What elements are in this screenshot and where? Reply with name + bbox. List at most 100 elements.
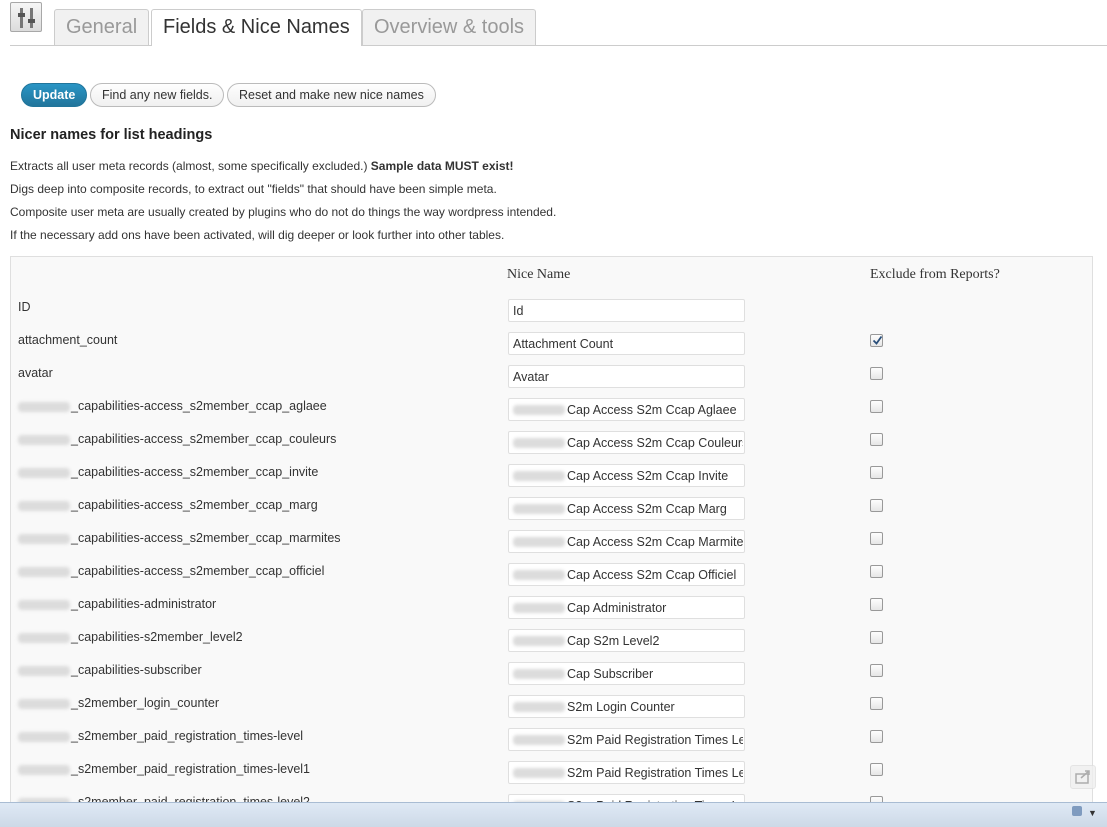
field-name: _s2member_paid_registration_times-level bbox=[18, 729, 303, 743]
redacted-prefix bbox=[513, 405, 565, 415]
nice-name-input[interactable] bbox=[567, 663, 743, 684]
nice-name-field[interactable] bbox=[508, 596, 745, 619]
field-name-text: _capabilities-subscriber bbox=[71, 663, 202, 677]
exclude-checkbox[interactable] bbox=[870, 334, 883, 347]
exclude-checkbox[interactable] bbox=[870, 565, 883, 578]
nice-name-field[interactable] bbox=[508, 464, 745, 487]
nice-name-field[interactable] bbox=[508, 728, 745, 751]
nice-name-input[interactable] bbox=[567, 729, 743, 750]
redacted-prefix bbox=[513, 471, 565, 481]
nice-name-input[interactable] bbox=[567, 432, 743, 453]
field-name: _capabilities-access_s2member_ccap_coule… bbox=[18, 432, 336, 446]
table-row: _s2member_paid_registration_times-level bbox=[11, 721, 1092, 755]
nice-name-input[interactable] bbox=[513, 366, 741, 387]
column-exclude: Exclude from Reports? bbox=[870, 267, 1000, 282]
redacted-prefix bbox=[18, 401, 70, 412]
fields-table: Nice Name Exclude from Reports? ID attach… bbox=[10, 256, 1093, 816]
find-new-fields-button[interactable]: Find any new fields. bbox=[90, 83, 225, 107]
exclude-checkbox[interactable] bbox=[870, 433, 883, 446]
redacted-prefix bbox=[18, 632, 70, 643]
nice-name-input[interactable] bbox=[567, 465, 743, 486]
field-name: _s2member_login_counter bbox=[18, 696, 219, 710]
field-name: _capabilities-access_s2member_ccap_offic… bbox=[18, 564, 324, 578]
field-name-text: _capabilities-access_s2member_ccap_coule… bbox=[71, 432, 337, 446]
status-bar-icon[interactable] bbox=[1072, 806, 1082, 816]
exclude-checkbox[interactable] bbox=[870, 466, 883, 479]
field-name: _capabilities-access_s2member_ccap_invit… bbox=[18, 465, 318, 479]
redacted-prefix bbox=[18, 731, 70, 742]
field-name: ID bbox=[18, 300, 31, 314]
redacted-prefix bbox=[513, 537, 565, 547]
redacted-prefix bbox=[18, 599, 70, 610]
nice-name-field[interactable] bbox=[508, 530, 745, 553]
exclude-checkbox[interactable] bbox=[870, 631, 883, 644]
nice-name-field[interactable] bbox=[508, 365, 745, 388]
exclude-checkbox[interactable] bbox=[870, 664, 883, 677]
tab-general[interactable]: General bbox=[54, 9, 150, 45]
field-name-text: _s2member_paid_registration_times-level1 bbox=[71, 762, 311, 776]
redacted-prefix bbox=[18, 764, 70, 775]
redacted-prefix bbox=[18, 467, 70, 478]
nice-name-field[interactable] bbox=[508, 662, 745, 685]
redacted-prefix bbox=[513, 636, 565, 646]
nice-name-field[interactable] bbox=[508, 629, 745, 652]
field-name-text: _capabilities-access_s2member_ccap_marg bbox=[71, 498, 318, 512]
chevron-down-icon[interactable]: ▼ bbox=[1088, 808, 1097, 818]
column-nice-name: Nice Name bbox=[507, 267, 571, 282]
redacted-prefix bbox=[18, 434, 70, 445]
table-row: _s2member_paid_registration_times-level1 bbox=[11, 754, 1092, 788]
reset-nice-names-button[interactable]: Reset and make new nice names bbox=[227, 83, 436, 107]
nice-name-field[interactable] bbox=[508, 431, 745, 454]
tab-overview-tools[interactable]: Overview & tools bbox=[362, 9, 537, 45]
checkmark-icon bbox=[872, 335, 883, 345]
field-name: attachment_count bbox=[18, 333, 117, 347]
share-icon[interactable] bbox=[1070, 765, 1096, 789]
exclude-checkbox[interactable] bbox=[870, 763, 883, 776]
update-button[interactable]: Update bbox=[21, 83, 88, 107]
description-line-3: Composite user meta are usually created … bbox=[10, 205, 557, 219]
nice-name-field[interactable] bbox=[508, 563, 745, 586]
exclude-checkbox[interactable] bbox=[870, 532, 883, 545]
redacted-prefix bbox=[18, 533, 70, 544]
nice-name-field[interactable] bbox=[508, 398, 745, 421]
exclude-checkbox[interactable] bbox=[870, 697, 883, 710]
exclude-checkbox[interactable] bbox=[870, 730, 883, 743]
nice-name-input[interactable] bbox=[567, 498, 743, 519]
exclude-checkbox[interactable] bbox=[870, 598, 883, 611]
field-name: _capabilities-administrator bbox=[18, 597, 216, 611]
redacted-prefix bbox=[18, 566, 70, 577]
table-row: _capabilities-access_s2member_ccap_invit… bbox=[11, 457, 1092, 491]
field-name-text: _capabilities-administrator bbox=[71, 597, 217, 611]
nice-name-field[interactable] bbox=[508, 497, 745, 520]
exclude-checkbox[interactable] bbox=[870, 499, 883, 512]
nice-name-input[interactable] bbox=[567, 564, 743, 585]
nice-name-field[interactable] bbox=[508, 299, 745, 322]
exclude-checkbox[interactable] bbox=[870, 367, 883, 380]
field-name-text: avatar bbox=[18, 366, 53, 380]
field-name-text: _s2member_login_counter bbox=[71, 696, 220, 710]
nice-name-input[interactable] bbox=[567, 597, 743, 618]
nice-name-input[interactable] bbox=[567, 762, 743, 783]
nice-name-input[interactable] bbox=[567, 696, 743, 717]
exclude-checkbox[interactable] bbox=[870, 400, 883, 413]
nice-name-input[interactable] bbox=[567, 630, 743, 651]
table-row: _capabilities-access_s2member_ccap_offic… bbox=[11, 556, 1092, 590]
nice-name-input[interactable] bbox=[567, 531, 743, 552]
table-row: avatar bbox=[11, 358, 1092, 392]
nice-name-field[interactable] bbox=[508, 761, 745, 784]
nice-name-field[interactable] bbox=[508, 695, 745, 718]
redacted-prefix bbox=[513, 570, 565, 580]
field-name-text: _capabilities-s2member_level2 bbox=[71, 630, 243, 644]
field-name-text: ID bbox=[18, 300, 31, 314]
table-row: _capabilities-administrator bbox=[11, 589, 1092, 623]
description-line-4: If the necessary add ons have been activ… bbox=[10, 228, 505, 242]
table-row: _capabilities-access_s2member_ccap_marmi… bbox=[11, 523, 1092, 557]
status-bar bbox=[0, 802, 1107, 827]
nice-name-input[interactable] bbox=[513, 333, 741, 354]
field-name: _capabilities-subscriber bbox=[18, 663, 202, 677]
section-heading: Nicer names for list headings bbox=[10, 127, 213, 143]
nice-name-input[interactable] bbox=[513, 300, 741, 321]
nice-name-input[interactable] bbox=[567, 399, 743, 420]
tab-fields-nice-names[interactable]: Fields & Nice Names bbox=[151, 9, 362, 46]
nice-name-field[interactable] bbox=[508, 332, 745, 355]
